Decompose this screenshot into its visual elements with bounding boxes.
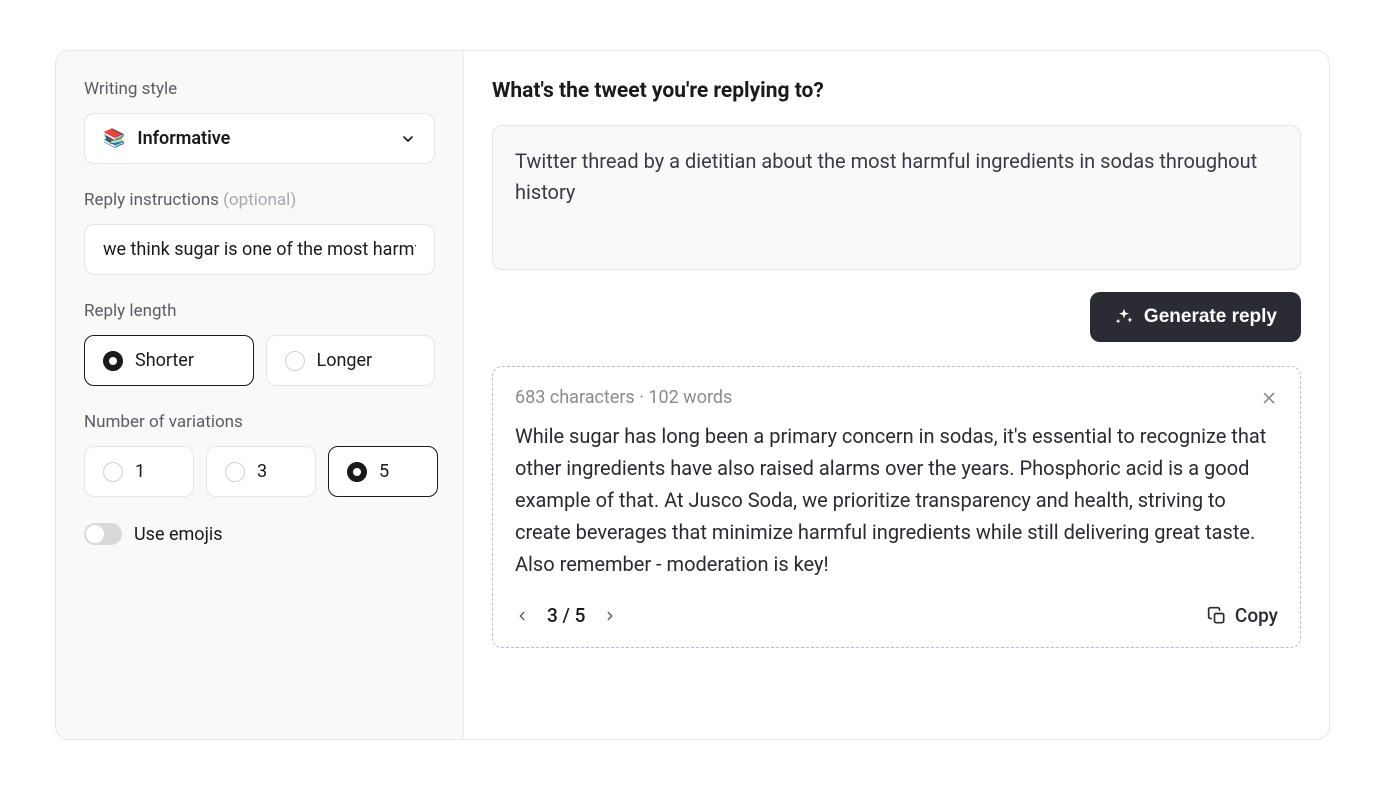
sparkles-icon [1114,307,1134,327]
variations-group: 1 3 5 [84,446,435,497]
variations-5-label: 5 [379,461,389,482]
main-heading: What's the tweet you're replying to? [492,79,1301,103]
app-container: Writing style 📚 Informative Reply instru… [55,50,1330,740]
pager-total: 5 [575,604,586,627]
variations-1[interactable]: 1 [84,446,194,497]
dropdown-content: 📚 Informative [103,128,230,149]
variations-5[interactable]: 5 [328,446,438,497]
writing-style-label: Writing style [84,79,435,99]
writing-style-value: Informative [137,128,230,149]
copy-icon [1207,606,1227,626]
pager: 3 / 5 [515,604,617,627]
copy-button[interactable]: Copy [1207,604,1278,627]
reply-length-longer[interactable]: Longer [266,335,436,386]
result-meta-row: 683 characters · 102 words [515,387,1278,408]
writing-style-dropdown[interactable]: 📚 Informative [84,113,435,164]
generate-reply-label: Generate reply [1144,306,1277,328]
generate-reply-button[interactable]: Generate reply [1090,292,1301,342]
reply-instructions-label: Reply instructions (optional) [84,190,435,210]
radio-icon [285,351,305,371]
emojis-label: Use emojis [134,524,223,545]
chevron-down-icon [400,131,416,147]
reply-length-group: Shorter Longer [84,335,435,386]
settings-sidebar: Writing style 📚 Informative Reply instru… [56,51,464,739]
pager-current: 3 [547,604,558,627]
variations-label: Number of variations [84,412,435,432]
result-meta: 683 characters · 102 words [515,387,732,408]
close-icon[interactable] [1260,389,1278,407]
emojis-toggle[interactable] [84,523,122,545]
radio-icon [347,462,367,482]
variations-3-label: 3 [257,461,267,482]
generate-row: Generate reply [492,292,1301,342]
chevron-left-icon[interactable] [515,609,529,623]
result-body: While sugar has long been a primary conc… [515,420,1278,580]
reply-instructions-optional: (optional) [223,190,296,210]
variations-1-label: 1 [135,461,145,482]
reply-length-shorter-label: Shorter [135,350,194,371]
tweet-input[interactable]: Twitter thread by a dietitian about the … [492,125,1301,270]
reply-length-longer-label: Longer [317,350,373,371]
emojis-row: Use emojis [84,523,435,545]
pager-text: 3 / 5 [547,604,585,627]
reply-instructions-input[interactable] [84,224,435,275]
result-card: 683 characters · 102 words While sugar h… [492,366,1301,648]
copy-label: Copy [1235,604,1278,627]
radio-icon [103,462,123,482]
result-footer: 3 / 5 Copy [515,604,1278,627]
variations-3[interactable]: 3 [206,446,316,497]
reply-instructions-label-text: Reply instructions [84,190,219,210]
radio-icon [225,462,245,482]
reply-length-label: Reply length [84,301,435,321]
chevron-right-icon[interactable] [603,609,617,623]
radio-icon [103,351,123,371]
reply-length-shorter[interactable]: Shorter [84,335,254,386]
books-icon: 📚 [103,128,125,149]
main-panel: What's the tweet you're replying to? Twi… [464,51,1329,739]
